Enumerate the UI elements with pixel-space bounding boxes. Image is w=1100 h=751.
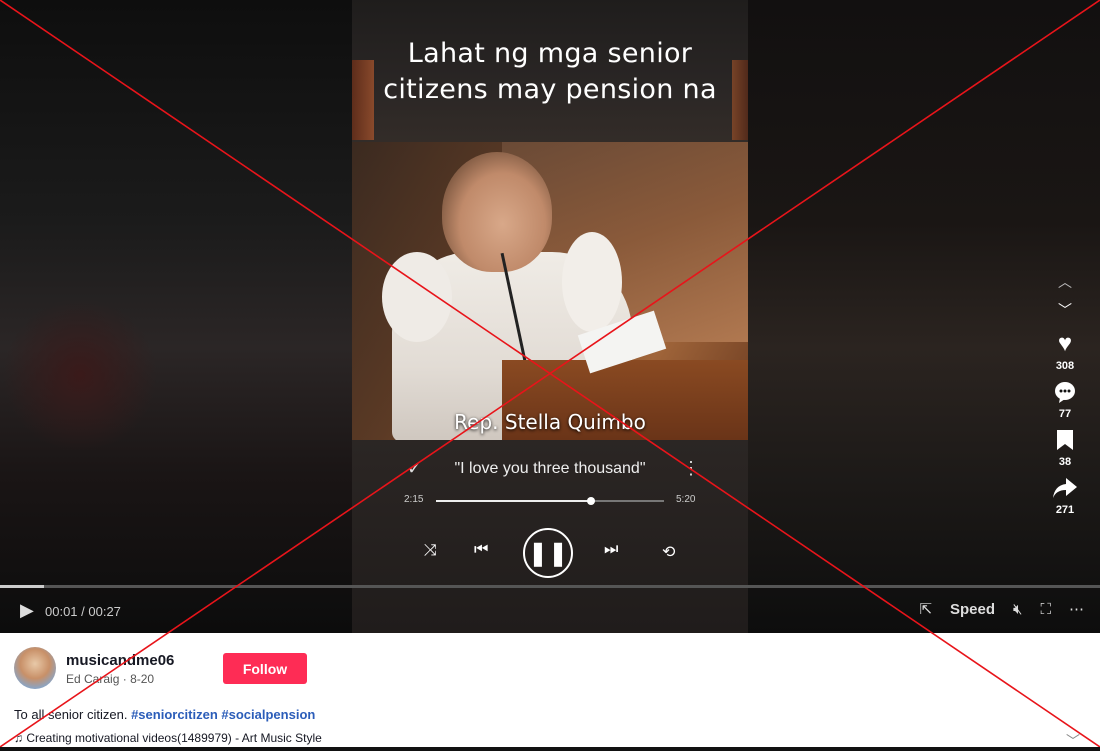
video-stage[interactable]: Lahat ng mga senior citizens may pension… bbox=[0, 0, 1100, 633]
blurred-background-left bbox=[0, 0, 352, 633]
song-time-total: 5:20 bbox=[676, 494, 696, 505]
separator-dot: · bbox=[122, 672, 131, 686]
video-controls-bar: ▶ 00:01 / 00:27 ⇱ Speed 🔇︎ ⛶ ⋯ bbox=[0, 596, 1100, 628]
repeat-icon: ⟲ bbox=[662, 544, 676, 561]
speed-button[interactable]: Speed bbox=[950, 601, 995, 618]
comment-icon[interactable] bbox=[1050, 378, 1080, 406]
song-progress-track bbox=[436, 497, 664, 505]
shuffle-icon: ⤨ bbox=[424, 542, 437, 559]
next-video-button[interactable]: ﹀ bbox=[1047, 296, 1083, 324]
description-text: To all senior citizen. bbox=[14, 707, 128, 722]
video-description: To all senior citizen. #seniorcitizen #s… bbox=[14, 707, 315, 722]
song-progress-knob bbox=[587, 497, 596, 505]
author-subline: Ed Caraig · 8-20 bbox=[66, 672, 154, 686]
heart-icon[interactable]: ♥ bbox=[1050, 330, 1080, 358]
comment-count: 77 bbox=[1058, 408, 1072, 420]
more-options-icon[interactable]: ⋯ bbox=[1069, 600, 1084, 618]
share-count: 271 bbox=[1055, 504, 1075, 516]
speaker-sleeve-left bbox=[382, 252, 452, 342]
caption-line-2: citizens may pension na bbox=[383, 74, 717, 105]
song-row: ✓ "I love you three thousand" ⋮ bbox=[352, 458, 748, 482]
username[interactable]: musicandme06 bbox=[66, 652, 174, 669]
display-name: Ed Caraig bbox=[66, 672, 120, 686]
like-count: 308 bbox=[1055, 360, 1075, 372]
speaker-head bbox=[442, 152, 552, 272]
share-icon[interactable] bbox=[1050, 474, 1080, 502]
picture-in-picture-icon[interactable]: ⇱ bbox=[919, 600, 932, 618]
song-time-current: 2:15 bbox=[404, 494, 424, 505]
song-progress-row: 2:15 5:20 bbox=[352, 492, 748, 508]
video-timeline-fill bbox=[0, 585, 44, 588]
skip-previous-icon: ⏮ bbox=[474, 541, 489, 558]
music-label: Creating motivational videos(1489979) - … bbox=[26, 731, 322, 745]
skip-next-icon: ⏭ bbox=[604, 541, 619, 558]
fullscreen-icon[interactable]: ⛶ bbox=[1040, 601, 1051, 618]
song-progress-fill bbox=[436, 500, 592, 502]
more-vertical-icon: ⋮ bbox=[682, 458, 700, 478]
video-info-panel: musicandme06 Ed Caraig · 8-20 Follow To … bbox=[0, 633, 1100, 749]
hashtag-link[interactable]: #seniorcitizen bbox=[131, 707, 218, 722]
speaker-sleeve-right bbox=[562, 232, 622, 332]
speaker-name-tag: Rep. Stella Quimbo bbox=[454, 410, 646, 434]
video-caption: Lahat ng mga senior citizens may pension… bbox=[352, 36, 748, 108]
caption-area: Lahat ng mga senior citizens may pension… bbox=[352, 0, 748, 142]
hashtag-link[interactable]: #socialpension bbox=[221, 707, 315, 722]
post-date: 8-20 bbox=[130, 672, 155, 686]
save-count: 38 bbox=[1058, 456, 1072, 468]
avatar[interactable] bbox=[14, 647, 56, 689]
bookmark-icon[interactable] bbox=[1050, 426, 1080, 454]
right-controls: ⇱ Speed 🔇︎ ⛶ ⋯ bbox=[919, 600, 1084, 619]
song-controls: ⤨ ⏮ ❚❚ ⏭ ⟲ bbox=[352, 528, 748, 580]
video-time: 00:01 / 00:27 bbox=[45, 604, 121, 619]
caption-line-1: Lahat ng mga senior bbox=[407, 38, 693, 69]
pause-icon: ❚❚ bbox=[523, 528, 573, 578]
previous-video-button[interactable]: ︿ bbox=[1047, 268, 1083, 296]
video-timeline[interactable] bbox=[0, 585, 1100, 588]
video-frame[interactable]: Lahat ng mga senior citizens may pension… bbox=[352, 0, 748, 633]
mute-icon[interactable]: 🔇︎ bbox=[1013, 601, 1022, 618]
chevron-down-icon[interactable]: ﹀ bbox=[1066, 731, 1080, 751]
action-column: ︿ ﹀ ♥ 308 77 38 271 bbox=[1040, 268, 1090, 516]
video-scene: Rep. Stella Quimbo bbox=[352, 142, 748, 442]
music-note-icon: ♫ bbox=[14, 731, 27, 745]
play-icon[interactable]: ▶ bbox=[20, 600, 34, 621]
music-info[interactable]: ♫ Creating motivational videos(1489979) … bbox=[14, 731, 322, 745]
follow-button[interactable]: Follow bbox=[223, 653, 307, 684]
